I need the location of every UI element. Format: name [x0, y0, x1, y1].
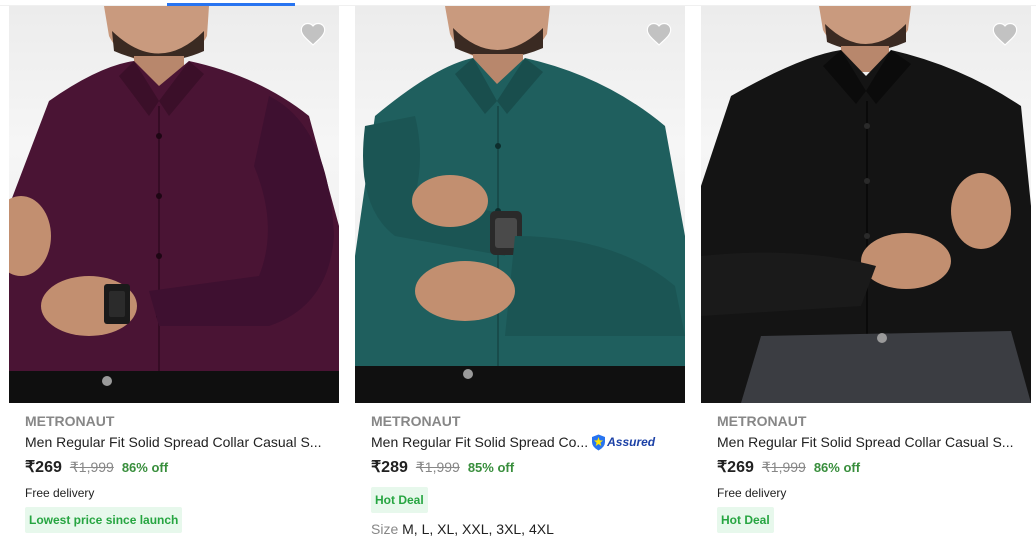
size-values: M, L, XL, XXL, 3XL, 4XL [402, 521, 554, 537]
assured-badge: Assured [591, 434, 655, 451]
product-image[interactable] [355, 6, 685, 403]
product-brand: METRONAUT [371, 413, 461, 429]
shirt-model-illustration [9, 6, 339, 403]
product-brand: METRONAUT [25, 413, 115, 429]
product-price: ₹289 [371, 459, 408, 476]
product-card[interactable]: METRONAUT Men Regular Fit Solid Spread C… [701, 6, 1031, 537]
delivery-info: Free delivery [25, 486, 95, 500]
size-options: Size M, L, XL, XXL, 3XL, 4XL [371, 521, 681, 537]
wishlist-heart-icon[interactable] [645, 20, 673, 48]
product-brand: METRONAUT [717, 413, 807, 429]
product-mrp: ₹1,999 [761, 459, 806, 475]
product-card[interactable]: METRONAUT Men Regular Fit Solid Spread C… [355, 6, 685, 537]
wishlist-heart-icon[interactable] [299, 20, 327, 48]
product-price: ₹269 [717, 459, 754, 476]
product-card[interactable]: METRONAUT Men Regular Fit Solid Spread C… [9, 6, 339, 537]
deal-badge: Hot Deal [717, 507, 774, 533]
deal-badge: Lowest price since launch [25, 507, 183, 533]
product-mrp: ₹1,999 [415, 459, 460, 475]
assured-label: Assured [607, 435, 656, 449]
size-label: Size [371, 521, 399, 537]
deal-badge: Hot Deal [371, 487, 428, 513]
product-title[interactable]: Men Regular Fit Solid Spread Co... [371, 431, 588, 453]
product-discount: 85% off [467, 460, 515, 475]
wishlist-heart-icon[interactable] [991, 20, 1019, 48]
product-discount: 86% off [121, 460, 169, 475]
product-mrp: ₹1,999 [69, 459, 114, 475]
product-image[interactable] [701, 6, 1031, 403]
product-discount: 86% off [813, 460, 861, 475]
shirt-model-illustration [701, 6, 1031, 403]
delivery-info: Free delivery [717, 486, 787, 500]
assured-shield-icon [592, 434, 606, 450]
product-title[interactable]: Men Regular Fit Solid Spread Collar Casu… [25, 431, 321, 453]
product-title[interactable]: Men Regular Fit Solid Spread Collar Casu… [717, 431, 1013, 453]
shirt-model-illustration [355, 6, 685, 403]
product-image[interactable] [9, 6, 339, 403]
product-price: ₹269 [25, 459, 62, 476]
